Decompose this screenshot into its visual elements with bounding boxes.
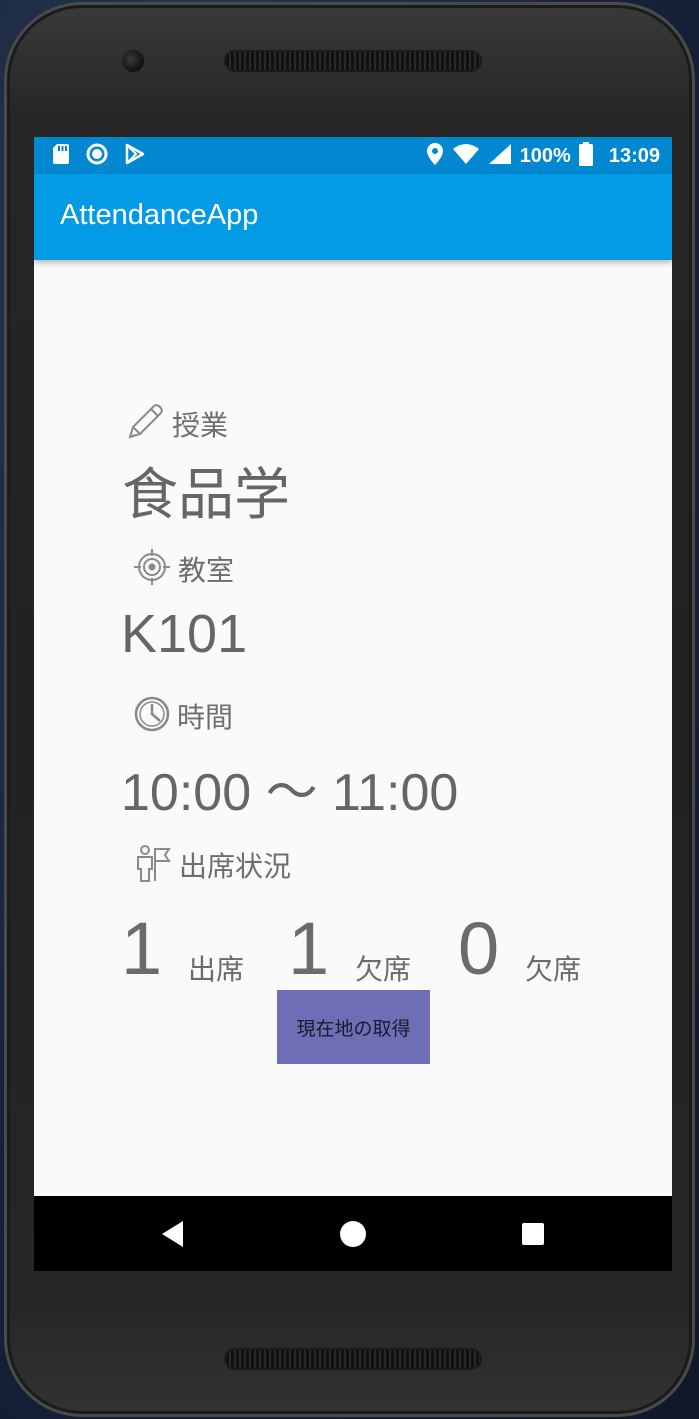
absent-label: 欠席 [355,953,412,986]
status-bar: 100% 13:09 [34,137,672,174]
time-label: 時間 [177,701,234,734]
phone-frame: 100% 13:09 AttendanceApp 授業 食品学 教室 K101 … [4,2,695,1417]
class-name: 食品学 [122,463,290,528]
sd-card-icon [52,143,70,169]
absent-label-2: 欠席 [525,953,582,986]
location-pin-icon [426,142,444,170]
play-store-icon [124,143,146,169]
class-label-row: 授業 [124,401,228,447]
room-label-row: 教室 [132,547,234,591]
absent-count-2: 0 [458,907,500,990]
person-flag-icon [133,843,173,887]
top-speaker-grille [226,52,480,70]
clock-icon [133,695,171,737]
recents-icon[interactable] [516,1217,550,1251]
pencil-icon [124,401,166,447]
class-label: 授業 [172,409,229,442]
battery-icon [578,142,593,170]
time-range: 10:00 〜 11:00 [121,764,459,822]
clock-time: 13:09 [608,144,660,167]
absent-count: 1 [288,907,330,990]
time-label-row: 時間 [133,695,233,737]
back-icon[interactable] [156,1217,190,1251]
app-title: AttendanceApp [60,199,259,231]
target-icon [132,547,172,591]
main-content: 授業 食品学 教室 K101 時間 10:00 〜 11:00 出席状況 1 出… [34,260,672,1196]
sync-circle-icon [86,143,108,169]
navigation-bar [34,1196,672,1271]
wifi-icon [452,143,480,169]
battery-percent: 100% [519,144,571,167]
room-number: K101 [121,604,248,664]
attendance-label-row: 出席状況 [133,843,291,887]
front-camera [122,50,144,72]
cell-signal-icon [488,143,512,169]
attendance-label: 出席状況 [179,850,292,883]
bottom-speaker-grille [226,1350,480,1368]
present-label: 出席 [188,953,245,986]
get-location-button[interactable]: 現在地の取得 [277,990,430,1064]
present-count: 1 [121,907,163,990]
home-icon[interactable] [336,1217,370,1251]
room-label: 教室 [178,554,235,587]
app-bar: AttendanceApp [34,174,672,260]
screen: 100% 13:09 AttendanceApp 授業 食品学 教室 K101 … [34,137,672,1271]
